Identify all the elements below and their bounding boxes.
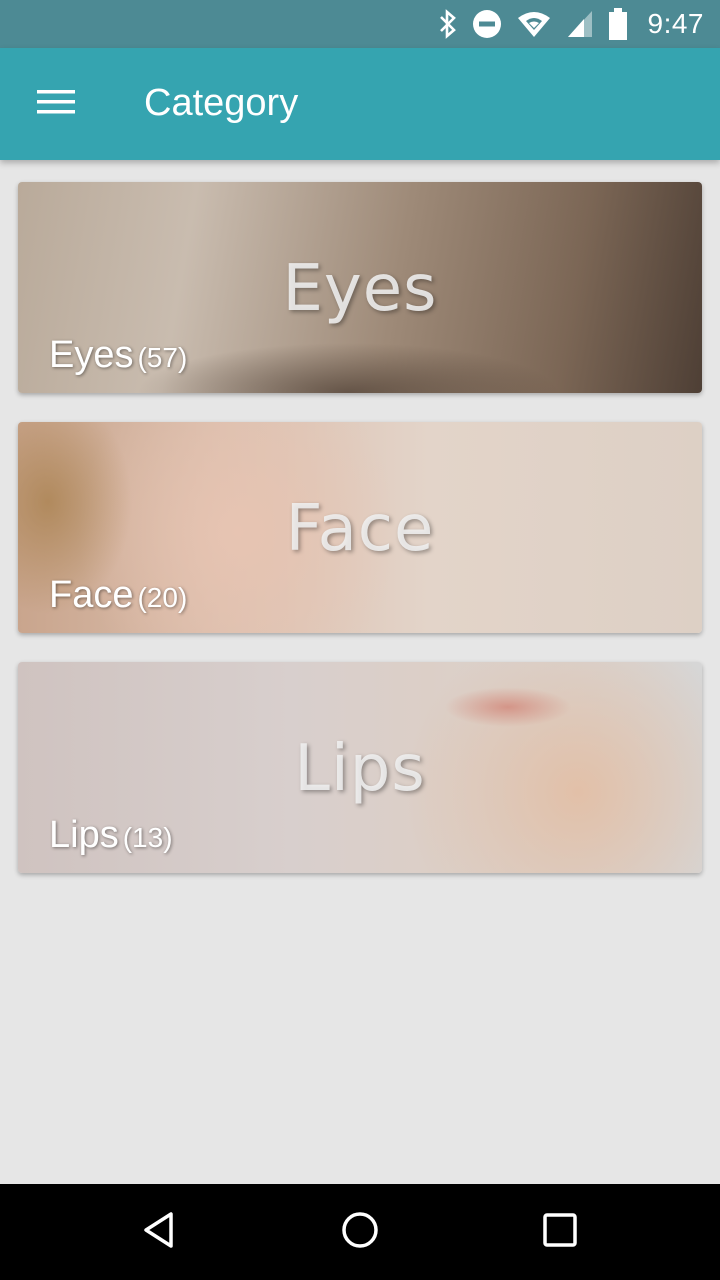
category-name: Lips [49,814,119,856]
cell-signal-icon [566,9,594,39]
category-name: Face [49,574,134,616]
card-label: Face (20) [49,574,187,617]
category-count: (57) [137,342,188,373]
status-time: 9:47 [647,8,704,39]
battery-icon [608,8,628,40]
card-overlay-text: Lips [294,732,426,806]
card-overlay-text: Face [285,492,435,566]
status-bar: 9:47 [0,0,720,48]
category-card-face[interactable]: Face Face (20) [18,422,702,633]
category-name: Eyes [49,334,134,376]
page-title: Category [144,82,299,124]
system-nav-bar [0,1184,720,1280]
recents-icon [540,1210,580,1255]
category-card-eyes[interactable]: Eyes Eyes (57) [18,182,702,393]
card-label: Eyes (57) [49,334,187,377]
home-icon [340,1210,380,1255]
wifi-icon [516,9,552,39]
do-not-disturb-icon [472,9,502,39]
category-card-lips[interactable]: Lips Lips (13) [18,662,702,873]
status-icons: 9:47 [438,0,705,48]
bluetooth-icon [438,9,458,39]
card-overlay-text: Eyes [282,252,438,326]
card-label: Lips (13) [49,814,173,857]
hamburger-menu-icon [37,88,75,121]
category-count: (20) [137,582,188,613]
menu-button[interactable] [28,78,84,130]
category-count: (13) [122,822,173,853]
back-button[interactable] [132,1206,188,1258]
app-bar: Category [0,48,720,160]
recents-button[interactable] [532,1206,588,1258]
home-button[interactable] [332,1206,388,1258]
back-icon [140,1210,180,1255]
